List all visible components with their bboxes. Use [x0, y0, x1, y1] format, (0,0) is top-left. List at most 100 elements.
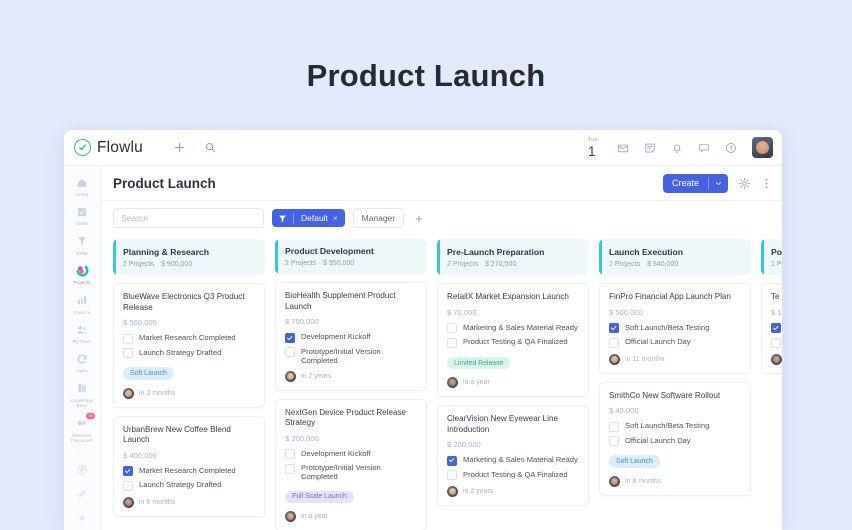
- column-amount: $ 950,000: [323, 260, 355, 268]
- search-icon[interactable]: [205, 142, 216, 153]
- close-icon[interactable]: ×: [333, 214, 345, 223]
- checkbox[interactable]: [447, 455, 457, 466]
- column-header[interactable]: Launch Execution 2 Projects $ 540,000: [599, 239, 751, 275]
- sidebar-item-collapse[interactable]: [64, 506, 100, 530]
- brand-logo[interactable]: Flowlu: [74, 139, 166, 157]
- kanban-card[interactable]: SmithCo New Software Rollout $ 40,000 So…: [599, 381, 751, 496]
- checkbox[interactable]: [285, 332, 295, 343]
- avatar[interactable]: [752, 137, 773, 158]
- bell-icon[interactable]: [671, 142, 683, 154]
- checkbox[interactable]: [447, 323, 457, 333]
- date-indicator[interactable]: Tue 1: [588, 138, 598, 158]
- column-title: Po: [771, 246, 782, 257]
- chevron-down-icon[interactable]: [709, 180, 728, 187]
- todo-label: Official Launch Day: [625, 337, 691, 346]
- card-todo[interactable]: Development Kickoff: [285, 449, 417, 460]
- column-header[interactable]: Pre-Launch Preparation 2 Projects $ 270,…: [437, 239, 589, 275]
- sidebar-item-tasks[interactable]: Tasks: [64, 200, 100, 229]
- sidebar-item-my-team[interactable]: My Team: [64, 318, 100, 347]
- card-title: ClearVision New Eyewear Line Introductio…: [447, 414, 558, 434]
- checkbox[interactable]: [609, 323, 619, 333]
- sidebar-item-agile[interactable]: Agile: [64, 347, 100, 376]
- checkbox[interactable]: [447, 470, 457, 481]
- card-todo[interactable]: Prototype/Initial Version Completed: [285, 463, 417, 481]
- sidebar-item-business-processes[interactable]: 10 Business Processes: [64, 412, 100, 447]
- avatar[interactable]: [123, 387, 134, 399]
- card-title: Te: [771, 292, 780, 301]
- avatar[interactable]: [609, 475, 620, 487]
- avatar[interactable]: [447, 377, 458, 389]
- checkbox[interactable]: [771, 337, 781, 348]
- sidebar-more[interactable]: ...: [64, 446, 100, 458]
- sidebar-item-projects[interactable]: Projects: [64, 259, 100, 288]
- sidebar-item-knowledge-base[interactable]: Knowledge Base: [64, 377, 100, 412]
- checkbox[interactable]: [123, 348, 133, 358]
- add-filter-icon[interactable]: +: [412, 212, 426, 225]
- card-todo[interactable]: Soft Launch/Beta Testing: [609, 421, 741, 432]
- create-button[interactable]: Create: [662, 173, 728, 193]
- sidebar-item-finance[interactable]: Finance: [64, 289, 100, 318]
- card-todo[interactable]: Launch Strategy Drafted: [123, 480, 255, 491]
- checkbox[interactable]: [123, 480, 133, 491]
- avatar[interactable]: [609, 353, 620, 365]
- checkbox[interactable]: [123, 466, 133, 477]
- checkbox[interactable]: [609, 436, 619, 446]
- avatar[interactable]: [285, 370, 296, 382]
- help-icon[interactable]: [725, 142, 737, 154]
- filter-chip-default[interactable]: Default ×: [272, 209, 345, 227]
- sidebar-item-plugin[interactable]: [64, 458, 100, 482]
- card-todo[interactable]: Launch Strategy Drafted: [123, 348, 255, 358]
- mail-icon[interactable]: [617, 142, 629, 154]
- card-todo[interactable]: Official Launch Day: [609, 337, 741, 348]
- kanban-card[interactable]: Te $ 1: [761, 283, 782, 374]
- avatar[interactable]: [771, 353, 782, 365]
- sidebar-item-home[interactable]: Home: [64, 171, 100, 200]
- column-meta: 2 Projects $ 270,000: [447, 261, 589, 268]
- card-todo[interactable]: Development Kickoff: [285, 332, 417, 343]
- checkbox[interactable]: [123, 333, 133, 344]
- card-todo[interactable]: Prototype/Initial Version Completed: [285, 347, 417, 365]
- todo-label: Soft Launch/Beta Testing: [625, 322, 710, 332]
- chat-icon[interactable]: [698, 142, 710, 154]
- card-todo[interactable]: Official Launch Day: [609, 436, 741, 446]
- card-todo[interactable]: Market Research Completed: [123, 333, 255, 344]
- avatar[interactable]: [447, 486, 458, 498]
- search-input[interactable]: Search: [113, 208, 264, 228]
- card-todo[interactable]: [771, 323, 782, 333]
- checkbox[interactable]: [609, 421, 619, 432]
- note-icon[interactable]: [644, 142, 656, 154]
- checkbox[interactable]: [285, 449, 295, 460]
- kanban-card[interactable]: BioHealth Supplement Product Launch $ 75…: [275, 282, 427, 391]
- checkbox[interactable]: [447, 337, 457, 348]
- kanban-card[interactable]: ClearVision New Eyewear Line Introductio…: [437, 405, 589, 507]
- checkbox[interactable]: [285, 463, 295, 474]
- gear-icon[interactable]: [738, 177, 751, 190]
- plus-icon[interactable]: [174, 142, 185, 153]
- more-vertical-icon[interactable]: [761, 177, 772, 190]
- card-todo[interactable]: Product Testing & QA Finalized: [447, 470, 579, 481]
- sidebar-item-settings[interactable]: [64, 482, 100, 506]
- column-amount: $ 270,000: [485, 260, 517, 268]
- kanban-card[interactable]: BlueWave Electronics Q3 Product Release …: [113, 283, 265, 408]
- kanban-column: Pre-Launch Preparation 2 Projects $ 270,…: [437, 239, 589, 530]
- avatar[interactable]: [285, 511, 296, 522]
- checkbox[interactable]: [609, 337, 619, 348]
- card-todo[interactable]: Product Testing & QA Finalized: [447, 337, 579, 348]
- kanban-card[interactable]: FinPro Financial App Launch Plan $ 500,0…: [599, 283, 751, 374]
- kanban-card[interactable]: RetailX Market Expansion Launch $ 70,000…: [437, 283, 589, 398]
- card-todo[interactable]: Soft Launch/Beta Testing: [609, 322, 741, 333]
- column-header[interactable]: Product Development 2 Projects $ 950,000: [275, 239, 427, 275]
- card-todo[interactable]: Marketing & Sales Material Ready: [447, 455, 579, 466]
- column-header[interactable]: Po 1 P: [761, 239, 782, 275]
- checkbox[interactable]: [285, 347, 295, 358]
- card-todo[interactable]: [771, 337, 782, 348]
- checkbox[interactable]: [771, 323, 781, 333]
- sidebar-item-crm[interactable]: CRM: [64, 230, 100, 259]
- card-todo[interactable]: Marketing & Sales Material Ready: [447, 323, 579, 333]
- avatar[interactable]: [123, 496, 134, 508]
- column-header[interactable]: Planning & Research 2 Projects $ 900,000: [113, 239, 265, 275]
- kanban-card[interactable]: NextGen Device Product Release Strategy …: [275, 398, 427, 530]
- kanban-card[interactable]: UrbanBrew New Coffee Blend Launch $ 400,…: [113, 415, 265, 517]
- card-todo[interactable]: Market Research Completed: [123, 466, 255, 477]
- filter-chip-manager[interactable]: Manager: [352, 208, 405, 228]
